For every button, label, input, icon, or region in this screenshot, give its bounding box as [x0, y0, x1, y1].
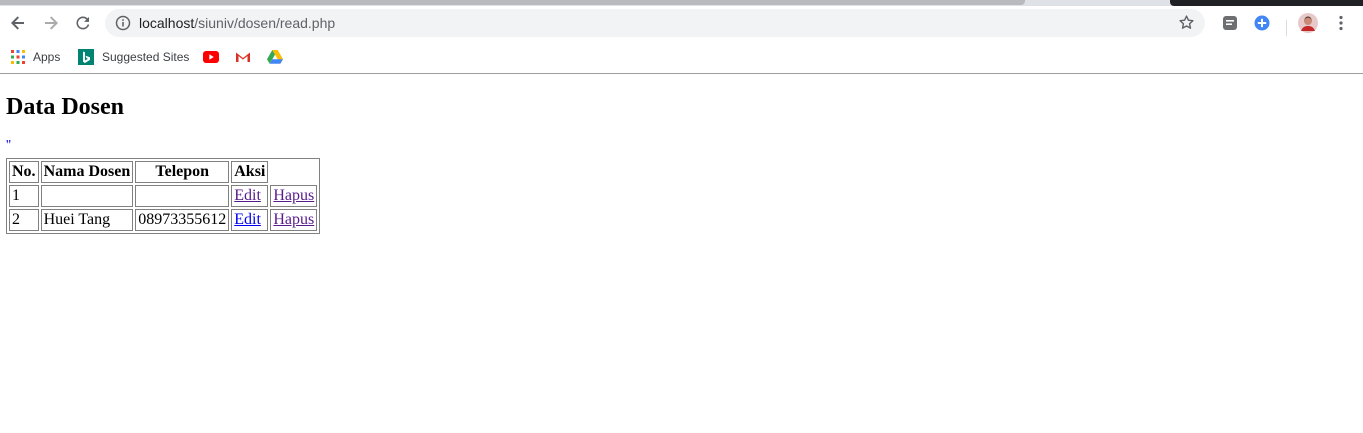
profile-button[interactable]	[1297, 12, 1319, 34]
avatar	[1298, 13, 1318, 33]
header-nama-dosen: Nama Dosen	[40, 161, 134, 183]
reload-icon	[76, 16, 90, 30]
edit-link[interactable]: Edit	[234, 187, 261, 204]
header-telepon: Telepon	[135, 161, 230, 183]
cell-telepon: 08973355612	[135, 209, 230, 231]
header-no: No.	[9, 161, 39, 183]
header-aksi: Aksi	[231, 161, 269, 183]
bookmark-label: Suggested Sites	[102, 50, 190, 64]
more-vert-icon	[1339, 15, 1343, 31]
dosen-table: No. Nama Dosen Telepon Aksi 1 Edit Hapus…	[6, 158, 321, 234]
active-tab-edge	[0, 0, 1025, 5]
page-content: Data Dosen '' No. Nama Dosen Telepon Aks…	[6, 74, 1356, 429]
bookmark-gmail[interactable]	[235, 47, 251, 67]
browser-toolbar: localhost/siuniv/dosen/read.php	[0, 6, 1363, 41]
gmail-icon	[236, 52, 250, 62]
google-drive-icon	[267, 50, 283, 64]
forward-button[interactable]	[37, 9, 65, 37]
reload-button[interactable]	[69, 9, 97, 37]
back-button[interactable]	[4, 9, 32, 37]
url-path: /siuniv/dosen/read.php	[194, 15, 336, 31]
bookmark-google-drive[interactable]	[267, 47, 283, 67]
info-icon[interactable]	[115, 15, 131, 31]
hapus-link[interactable]: Hapus	[273, 187, 314, 204]
bookmark-label: Apps	[33, 50, 61, 64]
bookmark-youtube[interactable]	[203, 47, 219, 67]
edit-link[interactable]: Edit	[234, 211, 261, 228]
plus-circle-icon	[1254, 15, 1270, 31]
table-row: 1 Edit Hapus	[9, 185, 318, 207]
bookmark-apps[interactable]: Apps	[11, 47, 60, 67]
cell-no: 1	[9, 185, 39, 207]
url-host: localhost	[139, 15, 195, 31]
cell-nama: Huei Tang	[40, 209, 134, 231]
cell-edit: Edit	[231, 209, 269, 231]
cell-telepon	[135, 185, 230, 207]
table-row: 2 Huei Tang 08973355612 Edit Hapus	[9, 209, 318, 231]
hapus-link[interactable]: Hapus	[273, 211, 314, 228]
toolbar-divider	[1286, 20, 1287, 36]
bookmark-suggested-sites[interactable]: Suggested Sites	[78, 47, 189, 67]
cell-hapus: Hapus	[270, 209, 318, 231]
cell-edit: Edit	[231, 185, 269, 207]
cell-nama	[40, 185, 134, 207]
address-bar[interactable]: localhost/siuniv/dosen/read.php	[105, 9, 1205, 37]
apps-grid-icon	[11, 50, 25, 64]
arrow-right-icon	[45, 16, 58, 30]
bing-icon	[78, 49, 94, 65]
page-title: Data Dosen	[6, 94, 124, 120]
menu-button[interactable]	[1330, 12, 1352, 34]
bookmark-star-icon[interactable]	[1178, 14, 1195, 31]
bookmarks-bar: Apps Suggested Sites	[0, 41, 1363, 74]
arrow-left-icon	[11, 16, 24, 30]
table-header-row: No. Nama Dosen Telepon Aksi	[9, 161, 317, 183]
extension-chat-button[interactable]	[1219, 12, 1241, 34]
url-text[interactable]: localhost/siuniv/dosen/read.php	[139, 15, 335, 31]
extension-add-button[interactable]	[1251, 12, 1273, 34]
youtube-icon	[203, 51, 219, 63]
stray-text: ''	[6, 138, 12, 153]
chat-extension-icon	[1223, 16, 1237, 30]
cell-no: 2	[9, 209, 39, 231]
cell-hapus: Hapus	[270, 185, 318, 207]
header-blank	[270, 161, 317, 183]
